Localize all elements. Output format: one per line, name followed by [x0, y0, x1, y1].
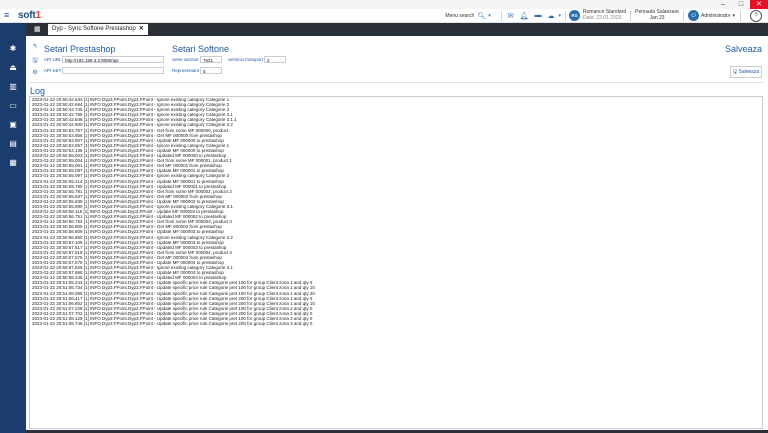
- chevron-down-icon[interactable]: ▾: [559, 13, 562, 19]
- maximize-button[interactable]: □: [732, 0, 750, 9]
- help-icon[interactable]: ?: [750, 9, 762, 22]
- period-value: Jan 23: [649, 14, 665, 21]
- serie-vanzari-input[interactable]: 7621: [200, 56, 222, 63]
- save-disk-icon[interactable]: 🖫︎: [30, 56, 40, 69]
- close-window-button[interactable]: ✕: [750, 0, 768, 9]
- eject-icon[interactable]: ⏏: [6, 63, 20, 73]
- company-date: Data: 22.01.2023: [583, 14, 622, 21]
- minimize-button[interactable]: –: [714, 0, 732, 9]
- divider: [500, 10, 502, 21]
- left-sidebar: ✱ ⏏ ▥ ▭ ▣ ▤ ▦: [0, 23, 26, 433]
- serie-vanzari-label: Serie vanzari: [172, 57, 199, 62]
- settings-icon[interactable]: ✱: [6, 44, 20, 54]
- log-textarea[interactable]: 2023-01-22 20:50:42.633 [1] INFO Dyp3.FP…: [29, 96, 763, 429]
- main-content: ↰ 🖫︎ ⚙ Setari Prestashop API URL http://…: [26, 36, 768, 433]
- close-icon[interactable]: ✕: [139, 24, 144, 35]
- tab-label: Dyp - Sync Softone Prestashop: [52, 26, 136, 32]
- serviciu-transport-label: Serviciu transport: [228, 57, 264, 62]
- period-info[interactable]: Perioada Salarizare Jan 23: [635, 9, 679, 21]
- cloud-icon[interactable]: ☁: [548, 12, 555, 20]
- save-button-label: Salveaza: [738, 69, 760, 75]
- softone-section-title: Setari Softone: [172, 44, 230, 54]
- user-avatar-icon[interactable]: ☺: [688, 10, 700, 21]
- company-info[interactable]: Romance Standard Data: 22.01.2023: [583, 9, 626, 21]
- divider: [630, 10, 632, 21]
- app-logo: soft1: [18, 10, 41, 21]
- reprezentant-input[interactable]: 5: [200, 67, 222, 74]
- menu-search[interactable]: Menu search 🔍︎ ▾: [445, 12, 491, 20]
- image-icon[interactable]: ▣: [6, 120, 20, 130]
- menu-search-label: Menu search: [445, 12, 475, 19]
- grid-home-icon[interactable]: ▦: [34, 25, 41, 34]
- company-badge[interactable]: RS: [569, 10, 581, 21]
- divider: [740, 10, 741, 21]
- prestashop-section-title: Setari Prestashop: [44, 44, 116, 54]
- chevron-down-icon[interactable]: ▾: [488, 13, 491, 19]
- divider: [29, 82, 763, 83]
- divider: [683, 10, 685, 21]
- back-arrow-icon[interactable]: ↰: [30, 43, 40, 56]
- api-url-input[interactable]: http://192.168.3.2:8080/api: [62, 56, 164, 63]
- log-line: 2023-01-22 20:51:08.746 [1] INFO Dyp3.FP…: [32, 321, 313, 327]
- search-icon[interactable]: 🔍︎: [477, 12, 486, 20]
- log-title: Log: [30, 86, 46, 96]
- desktop-icon[interactable]: ▭: [6, 101, 20, 111]
- chevron-down-icon[interactable]: ▾: [732, 13, 735, 19]
- serviciu-transport-input[interactable]: 2: [264, 56, 286, 63]
- bar-chart-icon[interactable]: ▥: [6, 82, 20, 92]
- window-controls: – □ ✕: [714, 0, 768, 9]
- app-header: ≡ soft1 Menu search 🔍︎ ▾ ✉ 🔔︎ ▬ ☁ ▾ RS R…: [0, 9, 768, 23]
- user-name[interactable]: Administrator: [701, 13, 730, 19]
- api-key-label: API KEY: [44, 68, 62, 73]
- api-key-input[interactable]: [62, 67, 164, 74]
- save-button[interactable]: 🖫︎ Salveaza: [730, 66, 762, 78]
- divider: [565, 10, 567, 21]
- reprezentant-label: Reprezentant: [172, 68, 200, 73]
- chat-icon[interactable]: ▬: [535, 12, 542, 19]
- tab-strip: ▦ Dyp - Sync Softone Prestashop ✕: [26, 23, 768, 36]
- mail-icon[interactable]: ✉: [508, 12, 514, 20]
- briefcase-icon[interactable]: ▤: [6, 139, 20, 149]
- settings-icon[interactable]: ⚙: [30, 69, 40, 82]
- archive-icon[interactable]: ▦: [6, 158, 20, 168]
- api-url-label: API URL: [44, 57, 62, 62]
- tab-dyp-sync[interactable]: Dyp - Sync Softone Prestashop ✕: [48, 24, 148, 35]
- save-section-title: Salveaza: [724, 44, 762, 54]
- hamburger-menu-icon[interactable]: ≡: [4, 10, 9, 21]
- toolbar: ↰ 🖫︎ ⚙: [30, 43, 40, 82]
- bell-icon[interactable]: 🔔︎: [520, 12, 529, 20]
